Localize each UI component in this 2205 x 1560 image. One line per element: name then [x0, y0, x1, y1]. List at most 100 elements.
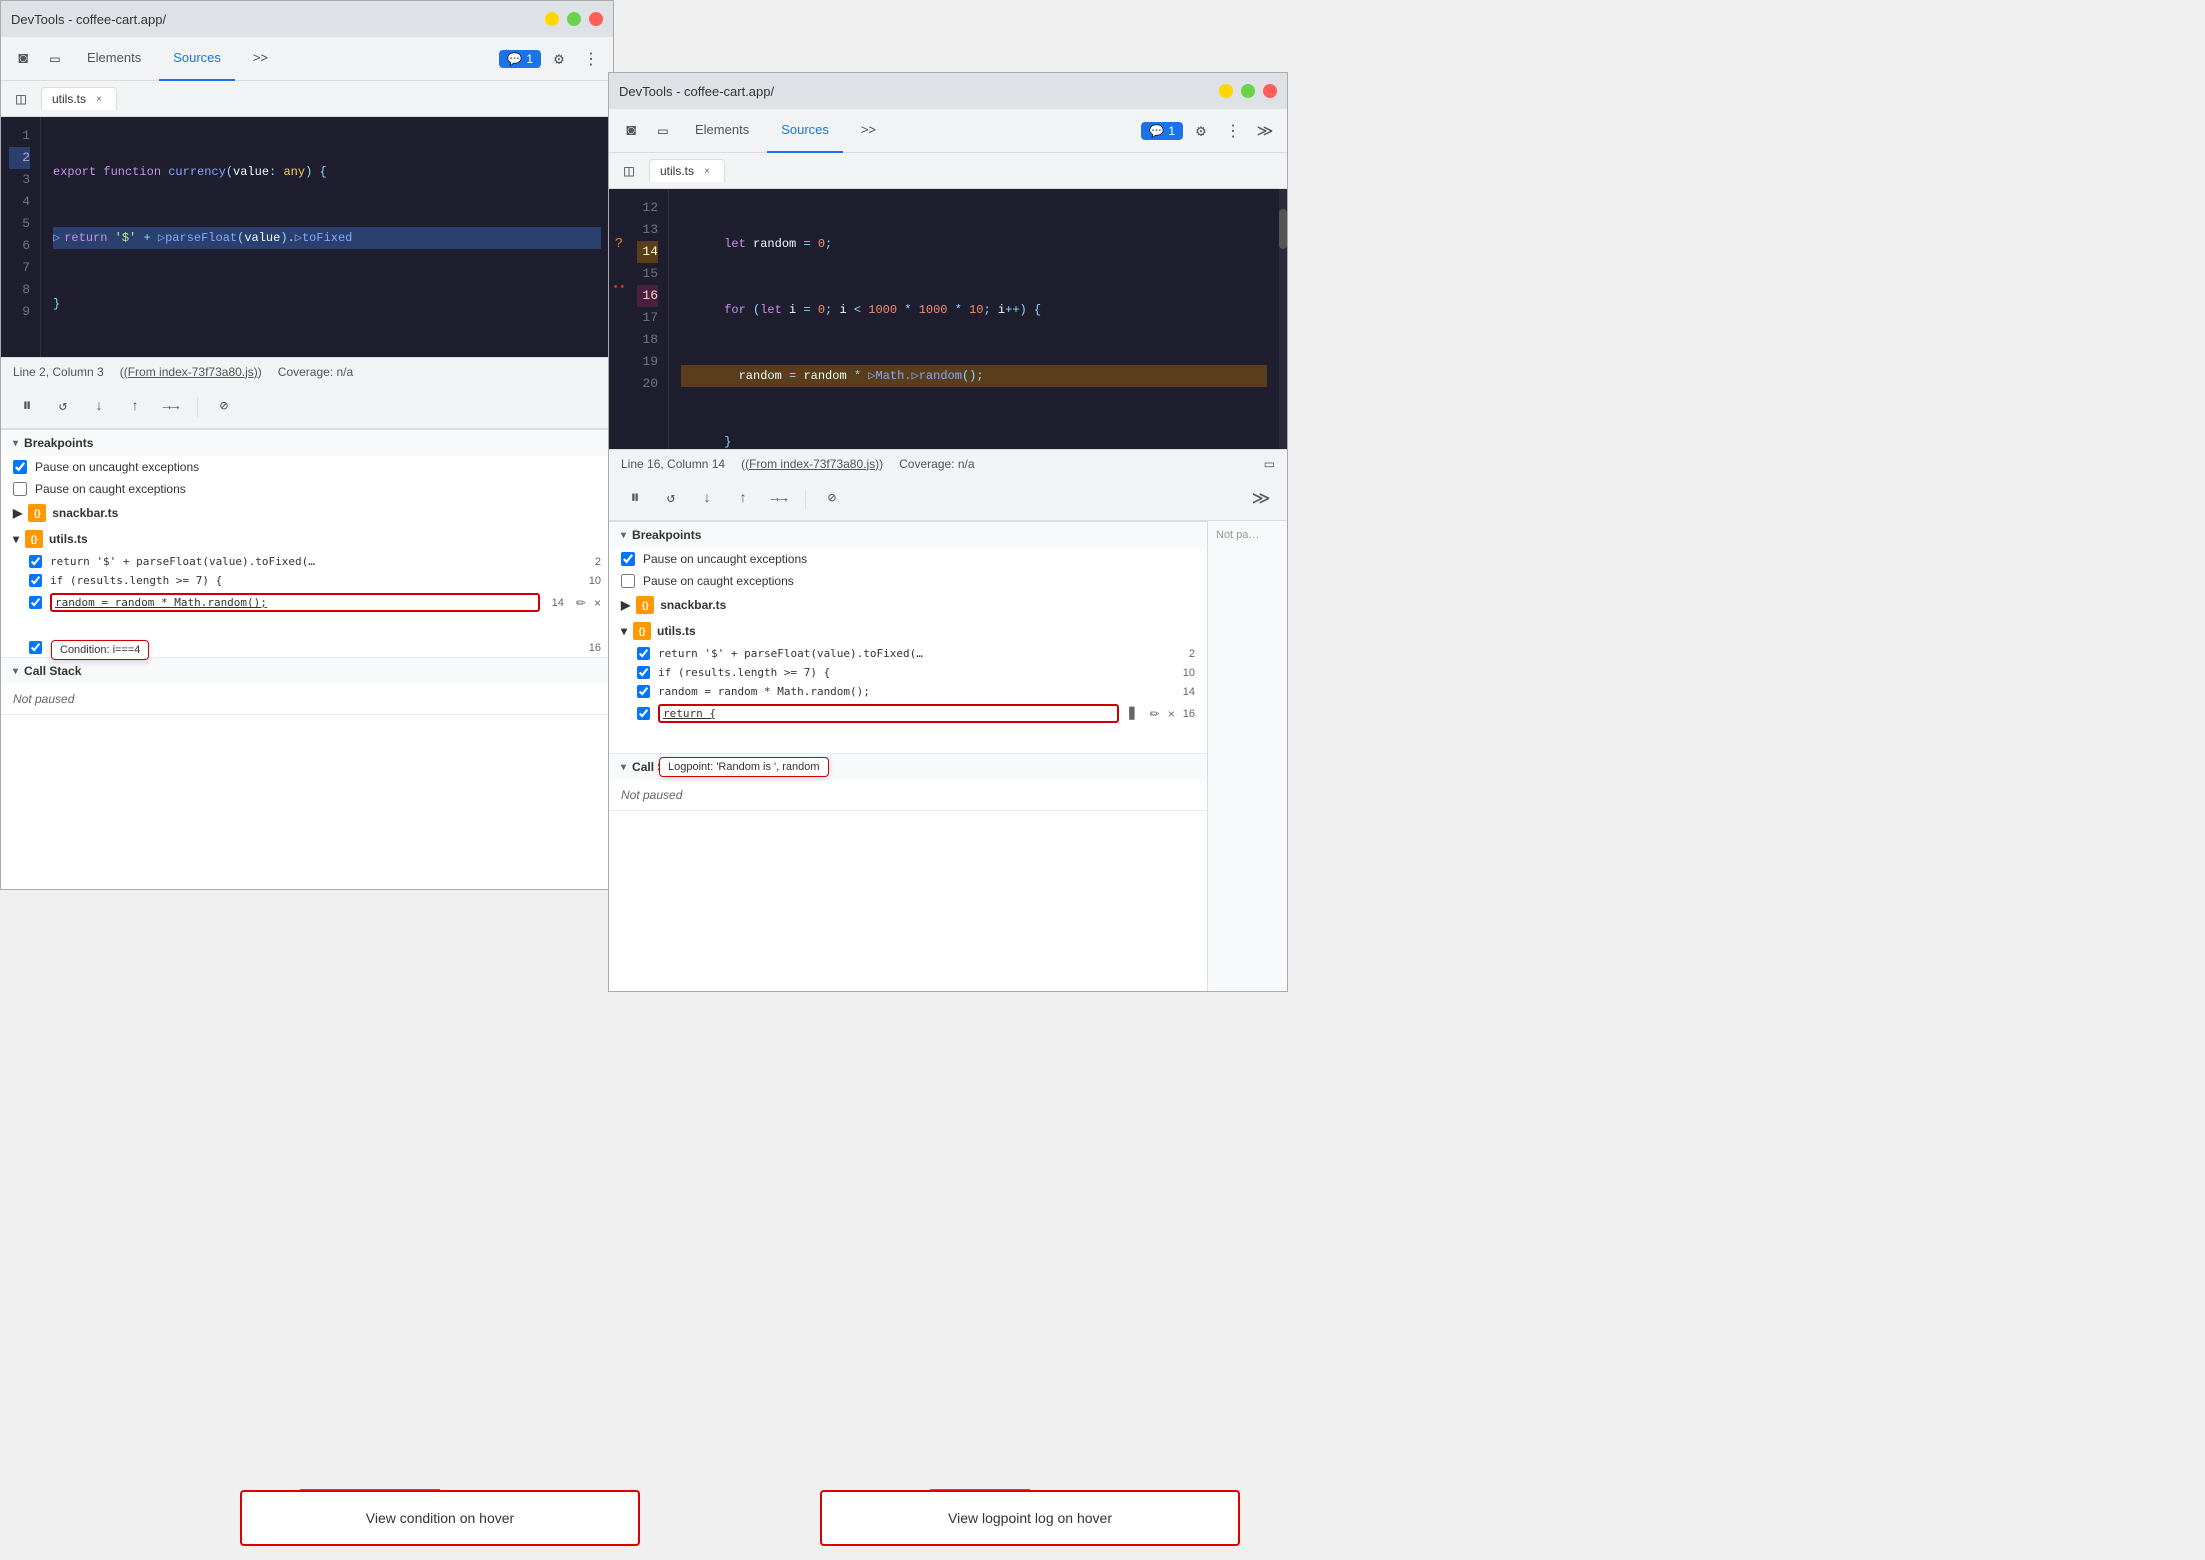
nav-1: ◙ ▭ Elements Sources >> 💬 1 ⚙ ⋮: [1, 37, 613, 81]
coverage-2: Coverage: n/a: [899, 457, 974, 471]
file-tab-bar-2: ◫ utils.ts ×: [609, 153, 1287, 189]
condition-tooltip-1: Condition: i===4: [51, 640, 149, 660]
call-stack-section-1: ▾ Call Stack Not paused: [1, 658, 613, 715]
pause-caught-check-2[interactable]: [621, 574, 635, 588]
bp-check-2-1[interactable]: [637, 647, 650, 660]
annotation-view-logpoint: View logpoint log on hover: [820, 1490, 1240, 1546]
chevron-right-icon-snackbar-1: ▶: [13, 506, 22, 520]
bp-check-1-3[interactable]: [29, 596, 42, 609]
titlebar-2: DevTools - coffee-cart.app/: [609, 73, 1287, 109]
expand-btn-2[interactable]: ≫: [1247, 485, 1275, 513]
settings-icon-1[interactable]: ⚙: [545, 45, 573, 73]
debug-toolbar-2: ⏸ ↺ ↓ ↑ →→ ⊘ ≫: [609, 477, 1287, 521]
delete-icon-1-3[interactable]: ×: [594, 596, 601, 610]
continue-btn-2[interactable]: →→: [765, 485, 793, 513]
status-bar-1: Line 2, Column 3 ((From index-73f73a80.j…: [1, 357, 613, 385]
file-tab-utils-2[interactable]: utils.ts ×: [649, 159, 725, 182]
tab-sources-2[interactable]: Sources: [767, 109, 843, 153]
cursor-icon-2[interactable]: ◙: [617, 117, 645, 145]
pause-uncaught-check-1[interactable]: [13, 460, 27, 474]
pause-btn-1[interactable]: ⏸: [13, 393, 41, 421]
breakpoint-file-utils-1[interactable]: ▾ {} utils.ts: [1, 526, 613, 552]
cursor-icon-1[interactable]: ◙: [9, 45, 37, 73]
continue-btn-1[interactable]: →→: [157, 393, 185, 421]
layers-icon-1[interactable]: ▭: [41, 45, 69, 73]
deactivate-btn-2[interactable]: ⊘: [818, 485, 846, 513]
pause-btn-2[interactable]: ⏸: [621, 485, 649, 513]
bp-check-1-2[interactable]: [29, 574, 42, 587]
pause-uncaught-check-2[interactable]: [621, 552, 635, 566]
file-tab-utils-1[interactable]: utils.ts ×: [41, 87, 117, 110]
file-tab-bar-1: ◫ utils.ts ×: [1, 81, 613, 117]
tab-more-1[interactable]: >>: [239, 37, 282, 81]
file-icon-utils-1: {}: [25, 530, 43, 548]
bp-check-2-2[interactable]: [637, 666, 650, 679]
bp-check-1-1[interactable]: [29, 555, 42, 568]
edit-icon-2-4[interactable]: ✏: [1150, 707, 1160, 721]
scrollbar-thumb-2[interactable]: [1279, 209, 1287, 249]
file-icon-snackbar-2: {}: [636, 596, 654, 614]
layers-icon-2[interactable]: ▭: [649, 117, 677, 145]
pause-caught-check-1[interactable]: [13, 482, 27, 496]
breakpoints-header-2[interactable]: ▾ Breakpoints: [609, 522, 1207, 548]
step-out-btn-1[interactable]: ↑: [121, 393, 149, 421]
file-tab-close-2[interactable]: ×: [700, 164, 714, 178]
code-editor-1: 1 2 3 4 5 6 7 8 9 export function curren…: [1, 117, 613, 357]
expand-panel-btn-2[interactable]: ▭: [1264, 457, 1275, 471]
chevron-down-icon-callstack-2: ▾: [621, 762, 626, 773]
breakpoints-panel-1: ▾ Breakpoints Pause on uncaught exceptio…: [1, 429, 613, 889]
code-editor-2: ? •• 12 13 14 15 16 17 18 19 20 let rand…: [609, 189, 1287, 449]
file-tab-close-1[interactable]: ×: [92, 92, 106, 106]
bp-check-1-4[interactable]: [29, 641, 42, 654]
pause-uncaught-row-2: Pause on uncaught exceptions: [609, 548, 1207, 570]
chevron-down-icon-utils-1: ▾: [13, 532, 19, 546]
bp-check-2-3[interactable]: [637, 685, 650, 698]
more-icon-1[interactable]: ⋮: [577, 45, 605, 73]
tab-more-2[interactable]: >>: [847, 109, 890, 153]
annotation-view-condition: View condition on hover: [240, 1490, 640, 1546]
minimize-btn-2[interactable]: [1219, 84, 1233, 98]
message-badge-2[interactable]: 💬 1: [1141, 122, 1183, 140]
source-map-2: ((From index-73f73a80.js)): [741, 457, 883, 471]
tab-elements-2[interactable]: Elements: [681, 109, 763, 153]
bp-check-2-4[interactable]: [637, 707, 650, 720]
right-panel-2: Not pa…: [1207, 521, 1287, 991]
minimize-btn-1[interactable]: [545, 12, 559, 26]
debug-toolbar-1: ⏸ ↺ ↓ ↑ →→ ⊘: [1, 385, 613, 429]
sidebar-toggle-1[interactable]: ◫: [9, 87, 33, 111]
close-btn-2[interactable]: [1263, 84, 1277, 98]
expand-icon-2[interactable]: ≫: [1251, 117, 1279, 145]
file-icon-utils-2: {}: [633, 622, 651, 640]
edit-icon-1-3[interactable]: ✏: [576, 596, 586, 610]
message-badge-1[interactable]: 💬 1: [499, 50, 541, 68]
tab-elements-1[interactable]: Elements: [73, 37, 155, 81]
call-stack-header-1[interactable]: ▾ Call Stack: [1, 658, 613, 684]
titlebar-2-title: DevTools - coffee-cart.app/: [619, 84, 774, 99]
step-into-btn-2[interactable]: ↓: [693, 485, 721, 513]
chevron-down-icon-1: ▾: [13, 438, 18, 449]
step-out-btn-2[interactable]: ↑: [729, 485, 757, 513]
breakpoint-file-utils-2[interactable]: ▾ {} utils.ts: [609, 618, 1207, 644]
sidebar-toggle-2[interactable]: ◫: [617, 159, 641, 183]
logpoint-tooltip-2: Logpoint: 'Random is ', random: [659, 757, 829, 777]
breakpoint-file-snackbar-1[interactable]: ▶ {} snackbar.ts: [1, 500, 613, 526]
step-over-btn-2[interactable]: ↺: [657, 485, 685, 513]
nav-2: ◙ ▭ Elements Sources >> 💬 1 ⚙ ⋮ ≫: [609, 109, 1287, 153]
delete-icon-2-4[interactable]: ×: [1168, 707, 1175, 721]
more-icon-2[interactable]: ⋮: [1219, 117, 1247, 145]
settings-icon-2[interactable]: ⚙: [1187, 117, 1215, 145]
breakpoints-header-1[interactable]: ▾ Breakpoints: [1, 430, 613, 456]
bp-item-1-1: return '$' + parseFloat(value).toFixed(……: [1, 552, 613, 571]
deactivate-btn-1[interactable]: ⊘: [210, 393, 238, 421]
step-over-btn-1[interactable]: ↺: [49, 393, 77, 421]
maximize-btn-2[interactable]: [1241, 84, 1255, 98]
close-btn-1[interactable]: [589, 12, 603, 26]
step-into-btn-1[interactable]: ↓: [85, 393, 113, 421]
tab-sources-1[interactable]: Sources: [159, 37, 235, 81]
titlebar-1: DevTools - coffee-cart.app/: [1, 1, 613, 37]
breakpoint-file-snackbar-2[interactable]: ▶ {} snackbar.ts: [609, 592, 1207, 618]
scrollbar-2[interactable]: [1279, 189, 1287, 449]
status-bar-2: Line 16, Column 14 ((From index-73f73a80…: [609, 449, 1287, 477]
maximize-btn-1[interactable]: [567, 12, 581, 26]
titlebar-1-title: DevTools - coffee-cart.app/: [11, 12, 166, 27]
